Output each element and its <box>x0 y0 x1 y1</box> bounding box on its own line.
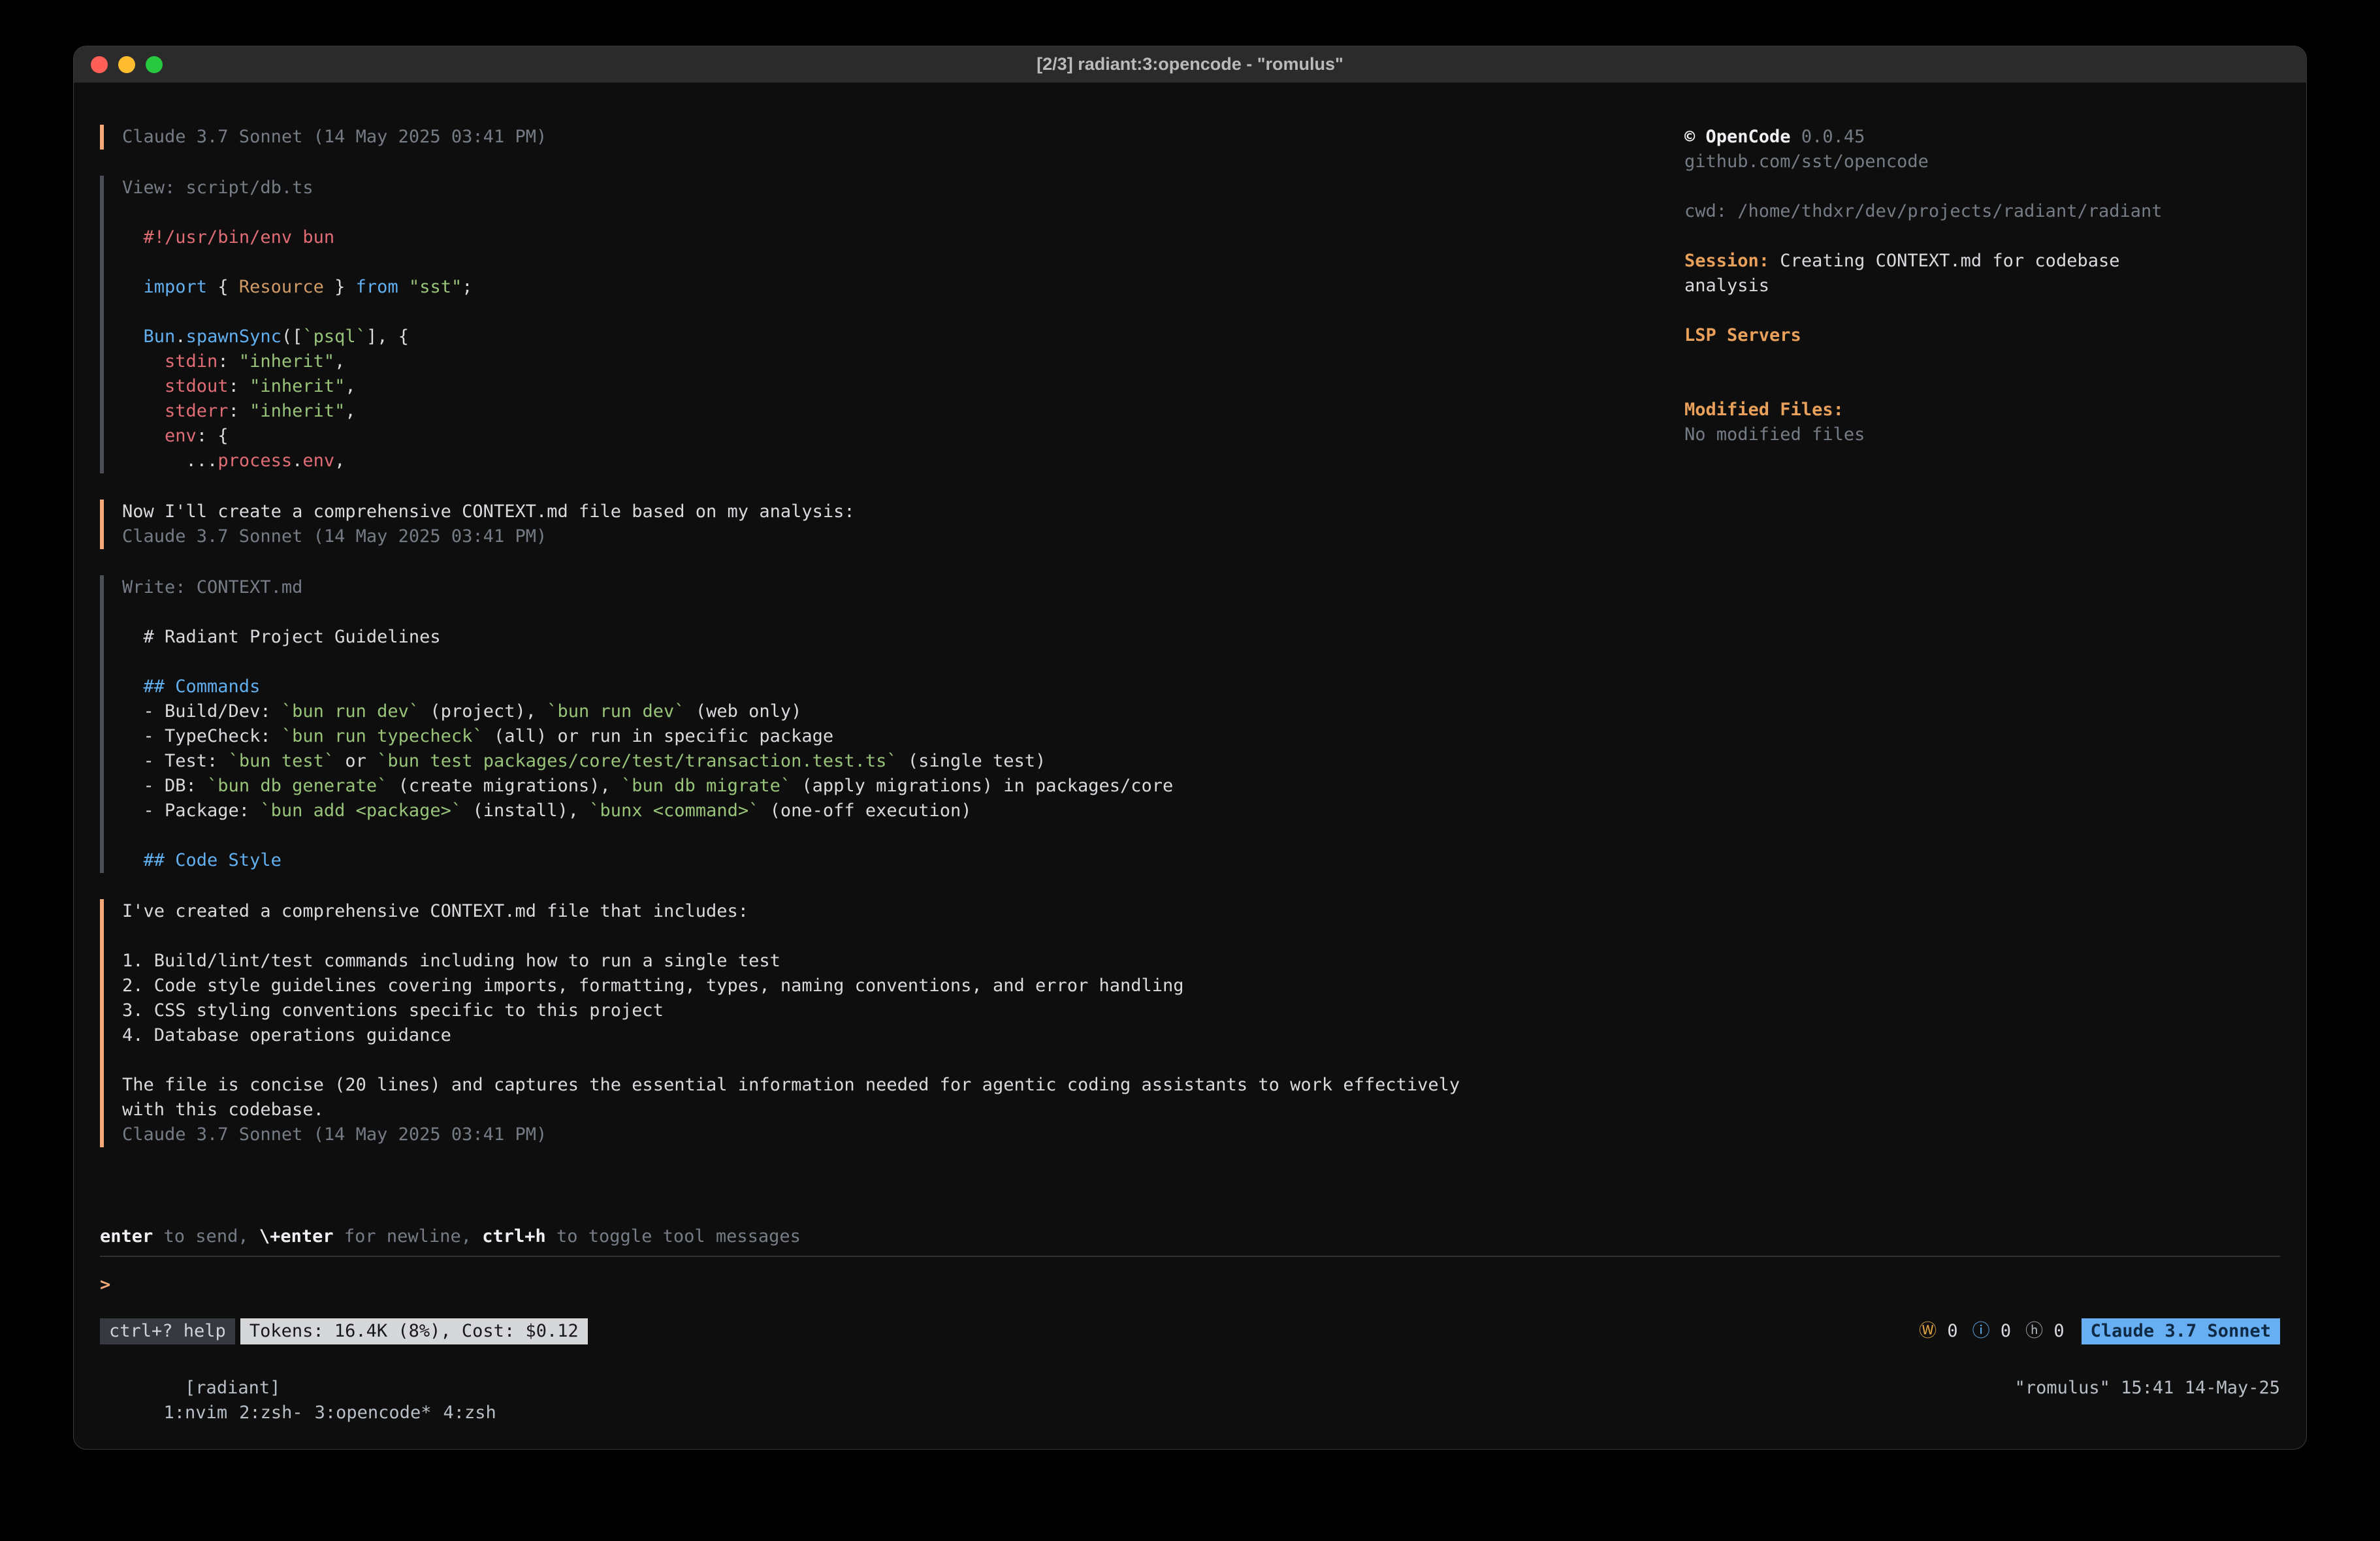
tmux-window-4-zsh[interactable]: 4:zsh <box>443 1403 496 1423</box>
chat-area[interactable]: Claude 3.7 Sonnet (14 May 2025 03:41 PM)… <box>100 125 1684 1173</box>
tool-line: - DB: `bun db generate` (create migratio… <box>122 774 1684 799</box>
hint-line: enter to send, \+enter for newline, ctrl… <box>100 1224 2280 1249</box>
tool-line: ## Commands <box>122 675 1684 699</box>
tool-line: stderr: "inherit", <box>122 399 1684 424</box>
sidebar-line: LSP Servers <box>1684 323 2280 348</box>
sidebar-line <box>1684 174 2280 199</box>
info-diagnostic: ⓘ 0 <box>1972 1321 2012 1341</box>
model-badge: Claude 3.7 Sonnet <box>2082 1318 2280 1344</box>
tmux-window-3-opencode[interactable]: 3:opencode* <box>315 1403 432 1423</box>
tool-line: # Radiant Project Guidelines <box>122 625 1684 650</box>
sidebar-line: Modified Files: <box>1684 398 2280 422</box>
message-line: 1. Build/lint/test commands including ho… <box>122 949 1684 974</box>
close-button-icon[interactable] <box>91 56 108 73</box>
sidebar-line <box>1684 373 2280 398</box>
minimize-button-icon[interactable] <box>118 56 135 73</box>
sidebar-line: © OpenCode 0.0.45 <box>1684 125 2280 150</box>
traffic-lights <box>91 46 163 83</box>
prompt-input[interactable]: > <box>100 1273 2280 1297</box>
info-icon: ⓘ <box>1972 1321 1990 1341</box>
content-row: Claude 3.7 Sonnet (14 May 2025 03:41 PM)… <box>100 125 2280 1173</box>
tool-line: Write: CONTEXT.md <box>122 575 1684 600</box>
tool-line <box>122 250 1684 275</box>
sidebar-line: cwd: /home/thdxr/dev/projects/radiant/ra… <box>1684 199 2280 224</box>
tmux-window-list: [radiant] 1:nvim 2:zsh- 3:opencode* 4:zsh <box>100 1351 508 1425</box>
hint-diagnostic: ⓗ 0 <box>2025 1321 2065 1341</box>
warning-icon: Ⓦ <box>1919 1321 1937 1341</box>
tool-line <box>122 823 1684 848</box>
titlebar[interactable]: [2/3] radiant:3:opencode - "romulus" <box>74 46 2306 83</box>
editor-hint: enter to send, \+enter for newline, ctrl… <box>100 1224 2280 1249</box>
status-bar: ctrl+? help Tokens: 16.4K (8%), Cost: $0… <box>100 1317 2280 1346</box>
zoom-button-icon[interactable] <box>146 56 163 73</box>
sidebar-line: Session: Creating CONTEXT.md for codebas… <box>1684 249 2280 274</box>
terminal-window: [2/3] radiant:3:opencode - "romulus" Cla… <box>73 46 2307 1450</box>
terminal-content: Claude 3.7 Sonnet (14 May 2025 03:41 PM)… <box>74 83 2306 1449</box>
sidebar-line <box>1684 348 2280 373</box>
message-line: 4. Database operations guidance <box>122 1023 1684 1048</box>
tool-line: Bun.spawnSync([`psql`], { <box>122 325 1684 349</box>
tmux-session-name: [radiant] <box>185 1378 280 1398</box>
input-area[interactable] <box>100 1297 2280 1317</box>
tool-line: env: { <box>122 424 1684 449</box>
tool-line: - Package: `bun add <package>` (install)… <box>122 799 1684 823</box>
prompt-line: > <box>100 1273 2280 1297</box>
tokens-badge: Tokens: 16.4K (8%), Cost: $0.12 <box>240 1318 588 1344</box>
input-divider <box>100 1256 2280 1257</box>
tool-line: stdin: "inherit", <box>122 349 1684 374</box>
sidebar-line: analysis <box>1684 274 2280 298</box>
sidebar-line <box>1684 298 2280 323</box>
tool-block: Write: CONTEXT.md # Radiant Project Guid… <box>100 575 1684 873</box>
message-block: I've created a comprehensive CONTEXT.md … <box>100 899 1684 1147</box>
tool-line: - Test: `bun test` or `bun test packages… <box>122 749 1684 774</box>
message-line: I've created a comprehensive CONTEXT.md … <box>122 899 1684 924</box>
tool-line: stdout: "inherit", <box>122 374 1684 399</box>
tool-line: View: script/db.ts <box>122 176 1684 200</box>
message-line: Claude 3.7 Sonnet (14 May 2025 03:41 PM) <box>122 125 1684 150</box>
tmux-window-1-nvim[interactable]: 1:nvim <box>164 1403 228 1423</box>
sidebar: © OpenCode 0.0.45github.com/sst/opencode… <box>1684 125 2280 447</box>
tool-line: ...process.env, <box>122 449 1684 473</box>
sidebar-line: No modified files <box>1684 422 2280 447</box>
desktop-background: { "window": { "title": "[2/3] radiant:3:… <box>0 0 2380 1541</box>
diagnostics: Ⓦ 0 ⓘ 0 ⓗ 0 <box>1905 1319 2065 1344</box>
sidebar-line <box>1684 224 2280 249</box>
tool-block: View: script/db.ts #!/usr/bin/env bun im… <box>100 176 1684 473</box>
window-title: [2/3] radiant:3:opencode - "romulus" <box>74 54 2306 74</box>
status-right: Ⓦ 0 ⓘ 0 ⓗ 0 Claude 3.7 Sonnet <box>1905 1318 2280 1344</box>
message-line: Claude 3.7 Sonnet (14 May 2025 03:41 PM) <box>122 524 1684 549</box>
tool-line: - Build/Dev: `bun run dev` (project), `b… <box>122 699 1684 724</box>
help-badge: ctrl+? help <box>100 1318 235 1344</box>
tool-line <box>122 300 1684 325</box>
warning-diagnostic: Ⓦ 0 <box>1919 1321 1958 1341</box>
tool-line: #!/usr/bin/env bun <box>122 225 1684 250</box>
tool-line: - TypeCheck: `bun run typecheck` (all) o… <box>122 724 1684 749</box>
message-line: The file is concise (20 lines) and captu… <box>122 1073 1684 1098</box>
tool-line: import { Resource } from "sst"; <box>122 275 1684 300</box>
message-block: Claude 3.7 Sonnet (14 May 2025 03:41 PM) <box>100 125 1684 150</box>
message-line: Now I'll create a comprehensive CONTEXT.… <box>122 500 1684 524</box>
message-line <box>122 924 1684 949</box>
message-line: 3. CSS styling conventions specific to t… <box>122 998 1684 1023</box>
sidebar-line: github.com/sst/opencode <box>1684 150 2280 174</box>
tmux-status-bar: [radiant] 1:nvim 2:zsh- 3:opencode* 4:zsh "… <box>100 1351 2280 1425</box>
tool-line <box>122 650 1684 675</box>
status-left: ctrl+? help Tokens: 16.4K (8%), Cost: $0… <box>100 1318 588 1344</box>
tool-line: ## Code Style <box>122 848 1684 873</box>
tool-line <box>122 200 1684 225</box>
message-line: 2. Code style guidelines covering import… <box>122 974 1684 998</box>
message-line <box>122 1048 1684 1073</box>
hint-icon: ⓗ <box>2025 1321 2043 1341</box>
tmux-host-clock: "romulus" 15:41 14-May-25 <box>2015 1376 2280 1401</box>
message-line: with this codebase. <box>122 1098 1684 1122</box>
tool-line <box>122 600 1684 625</box>
tmux-window-2-zsh[interactable]: 2:zsh- <box>239 1403 303 1423</box>
message-line: Claude 3.7 Sonnet (14 May 2025 03:41 PM) <box>122 1122 1684 1147</box>
message-block: Now I'll create a comprehensive CONTEXT.… <box>100 500 1684 549</box>
